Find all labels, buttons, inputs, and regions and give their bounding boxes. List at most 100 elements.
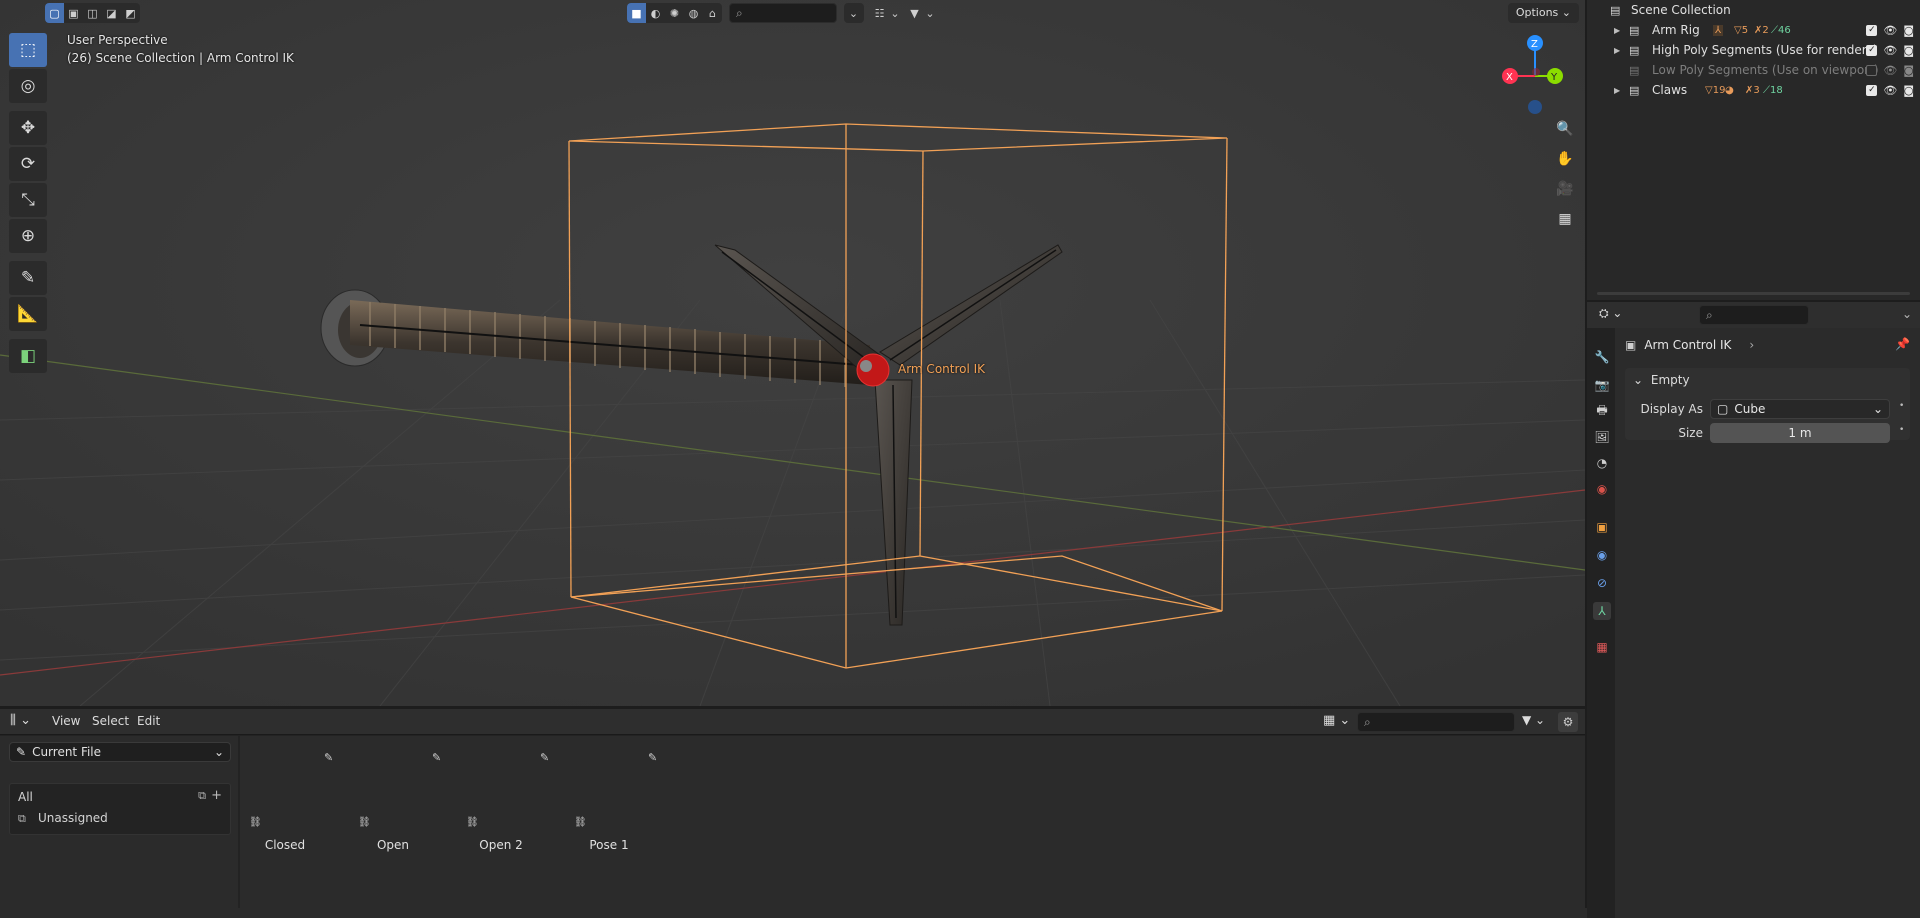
- asset-filter-dropdown[interactable]: ▼ ⌄: [1522, 713, 1545, 727]
- rendered-shading-icon[interactable]: ✺: [665, 3, 684, 23]
- menu-edit[interactable]: Edit: [137, 714, 160, 728]
- keyframe-dot-icon[interactable]: •: [1899, 425, 1904, 435]
- outliner-row-high-poly[interactable]: ▶ ▤ High Poly Segments (Use for renders)…: [1587, 40, 1920, 60]
- pose-closed[interactable]: Closed: [240, 838, 330, 852]
- expand-arrow-icon[interactable]: ▶: [1614, 26, 1620, 35]
- viewport-search-input[interactable]: ⌕: [729, 3, 837, 23]
- display-mode-dropdown[interactable]: ▦ ⌄: [1323, 713, 1350, 728]
- eye-icon[interactable]: 👁: [1883, 44, 1897, 57]
- editor-type-dropdown[interactable]: ⫼ ⌄: [10, 713, 31, 728]
- empty-object-icon: ▣: [1625, 338, 1637, 352]
- scene-canvas[interactable]: Z Y X: [0, 0, 1585, 706]
- tool-tab-icon[interactable]: 🔧: [1593, 348, 1611, 366]
- object-data-tab-icon[interactable]: ⅄: [1593, 602, 1611, 620]
- new-catalog-icon[interactable]: ⧉: [198, 789, 206, 803]
- add-cube-tool[interactable]: ◧: [9, 339, 47, 373]
- select-extend-icon[interactable]: ▣: [64, 3, 83, 23]
- physics-tab-icon[interactable]: ◉: [1593, 546, 1611, 564]
- add-icon[interactable]: +: [211, 788, 222, 803]
- 3d-viewport[interactable]: Z Y X ▢ ▣ ◫ ◪ ◩ ■ ◐ ✺ ◍ ⌂ ⌕ ⌄ ☷ ⌄ ▼ ⌄ Op…: [0, 0, 1585, 706]
- exclude-checkbox[interactable]: ✓: [1866, 24, 1878, 36]
- edit-icon[interactable]: ✎: [432, 751, 441, 764]
- object-tab-icon[interactable]: ▣: [1593, 518, 1611, 536]
- pose-grid: ✎ ✎ ✎ ✎ ⛓ ⛓ ⛓ ⛓ Closed Open Open 2 Pose …: [240, 736, 1585, 918]
- properties-search-input[interactable]: ⌕: [1699, 305, 1809, 325]
- output-tab-icon[interactable]: 🖶: [1593, 402, 1611, 420]
- options-dropdown[interactable]: Options ⌄: [1507, 3, 1579, 23]
- edit-icon[interactable]: ✎: [324, 751, 333, 764]
- keyframe-dot-icon[interactable]: •: [1899, 401, 1904, 411]
- selection-mode-group: ▢ ▣ ◫ ◪ ◩: [45, 3, 140, 23]
- preferences-button[interactable]: ⚙: [1558, 712, 1578, 732]
- chevron-down-icon[interactable]: ⌄: [1902, 307, 1912, 321]
- properties-icon: ⛭: [1599, 306, 1609, 320]
- menu-view[interactable]: View: [52, 714, 80, 728]
- measure-tool[interactable]: 📐: [9, 297, 47, 331]
- asset-search-input[interactable]: ⌕: [1357, 712, 1515, 732]
- texture-tab-icon[interactable]: ▦: [1593, 638, 1611, 656]
- world-tab-icon[interactable]: ◉: [1593, 480, 1611, 498]
- display-as-dropdown[interactable]: ▢ Cube ⌄: [1710, 399, 1890, 419]
- object-mode-icon[interactable]: ■: [627, 3, 646, 23]
- pose-open-2[interactable]: Open 2: [456, 838, 546, 852]
- properties-type-dropdown[interactable]: ⛭ ⌄: [1599, 306, 1622, 321]
- pose-library-editor: ⫼ ⌄ View Select Edit ▦ ⌄ ⌕ ▼ ⌄ ⚙ ✎ Curre…: [0, 709, 1585, 918]
- exclude-checkbox[interactable]: [1866, 64, 1878, 76]
- cursor-tool[interactable]: ◎: [9, 69, 47, 103]
- menu-select[interactable]: Select: [92, 714, 129, 728]
- empty-panel-header[interactable]: ⌄ Empty: [1633, 373, 1690, 387]
- select-invert-icon[interactable]: ◪: [102, 3, 121, 23]
- render-tab-icon[interactable]: 📷: [1593, 376, 1611, 394]
- outliner-row-low-poly[interactable]: ▤ Low Poly Segments (Use on viewport) 👁 …: [1587, 60, 1920, 80]
- edit-icon[interactable]: ✎: [540, 751, 549, 764]
- transform-tool[interactable]: ⊕: [9, 219, 47, 253]
- filter-dropdown[interactable]: ▼ ⌄: [905, 3, 937, 23]
- outliner-row-arm-rig[interactable]: ▶ ▤ Arm Rig ⅄ ▽5 ✗2 ⟋46 ✓ 👁 ◙: [1587, 20, 1920, 40]
- scale-tool[interactable]: ⤡: [9, 183, 47, 217]
- ortho-toggle-button[interactable]: ▦: [1553, 207, 1577, 231]
- select-new-icon[interactable]: ▢: [45, 3, 64, 23]
- camera-render-icon[interactable]: ◙: [1903, 84, 1914, 97]
- eye-icon[interactable]: 👁: [1883, 24, 1897, 37]
- edit-icon[interactable]: ✎: [648, 751, 657, 764]
- outline-filter-dropdown[interactable]: ☷ ⌄: [870, 3, 902, 23]
- select-intersect-icon[interactable]: ◩: [121, 3, 140, 23]
- select-box-tool[interactable]: ⬚: [9, 33, 47, 67]
- solid-shading-icon[interactable]: ◐: [646, 3, 665, 23]
- overlay-dropdown[interactable]: ⌄: [844, 3, 864, 23]
- pin-icon[interactable]: 📌: [1895, 337, 1910, 351]
- view-layer-tab-icon[interactable]: 🖼: [1593, 428, 1611, 446]
- pose-1[interactable]: Pose 1: [564, 838, 654, 852]
- pose-open[interactable]: Open: [348, 838, 438, 852]
- pan-button[interactable]: ✋: [1553, 147, 1577, 171]
- outliner-root-row[interactable]: ▤ Scene Collection: [1587, 0, 1920, 20]
- eye-icon[interactable]: 👁: [1883, 84, 1897, 97]
- catalog-item-unassigned[interactable]: Unassigned: [38, 811, 108, 825]
- scene-tab-icon[interactable]: ◔: [1593, 454, 1611, 472]
- camera-render-icon[interactable]: ◙: [1903, 64, 1914, 77]
- gizmo-neg-z-axis[interactable]: [1528, 100, 1542, 114]
- expand-arrow-icon[interactable]: ▶: [1614, 46, 1620, 55]
- camera-view-button[interactable]: 🎥: [1553, 177, 1577, 201]
- catalog-item-all[interactable]: All: [18, 790, 33, 804]
- exclude-checkbox[interactable]: ✓: [1866, 84, 1878, 96]
- annotate-tool[interactable]: ✎: [9, 261, 47, 295]
- size-field[interactable]: 1 m: [1710, 423, 1890, 443]
- select-subtract-icon[interactable]: ◫: [83, 3, 102, 23]
- display-as-value: Cube: [1734, 402, 1766, 416]
- eye-icon[interactable]: 👁: [1883, 64, 1897, 77]
- material-shading-icon[interactable]: ◍: [684, 3, 703, 23]
- gizmo-neg-x-axis[interactable]: [1532, 68, 1540, 76]
- expand-arrow-icon[interactable]: ▶: [1614, 86, 1620, 95]
- zoom-button[interactable]: 🔍: [1553, 117, 1577, 141]
- outliner-scrollbar[interactable]: [1597, 292, 1910, 295]
- exclude-checkbox[interactable]: ✓: [1866, 44, 1878, 56]
- camera-render-icon[interactable]: ◙: [1903, 44, 1914, 57]
- move-tool[interactable]: ✥: [9, 111, 47, 145]
- rotate-tool[interactable]: ⟳: [9, 147, 47, 181]
- outliner-row-claws[interactable]: ▶ ▤ Claws ▽19 ◕ ✗3 ⟋18 ✓ 👁 ◙: [1587, 80, 1920, 100]
- camera-render-icon[interactable]: ◙: [1903, 24, 1914, 37]
- library-dropdown[interactable]: ✎ Current File ⌄: [9, 742, 231, 762]
- wireframe-shading-icon[interactable]: ⌂: [703, 3, 722, 23]
- constraints-tab-icon[interactable]: ⊘: [1593, 574, 1611, 592]
